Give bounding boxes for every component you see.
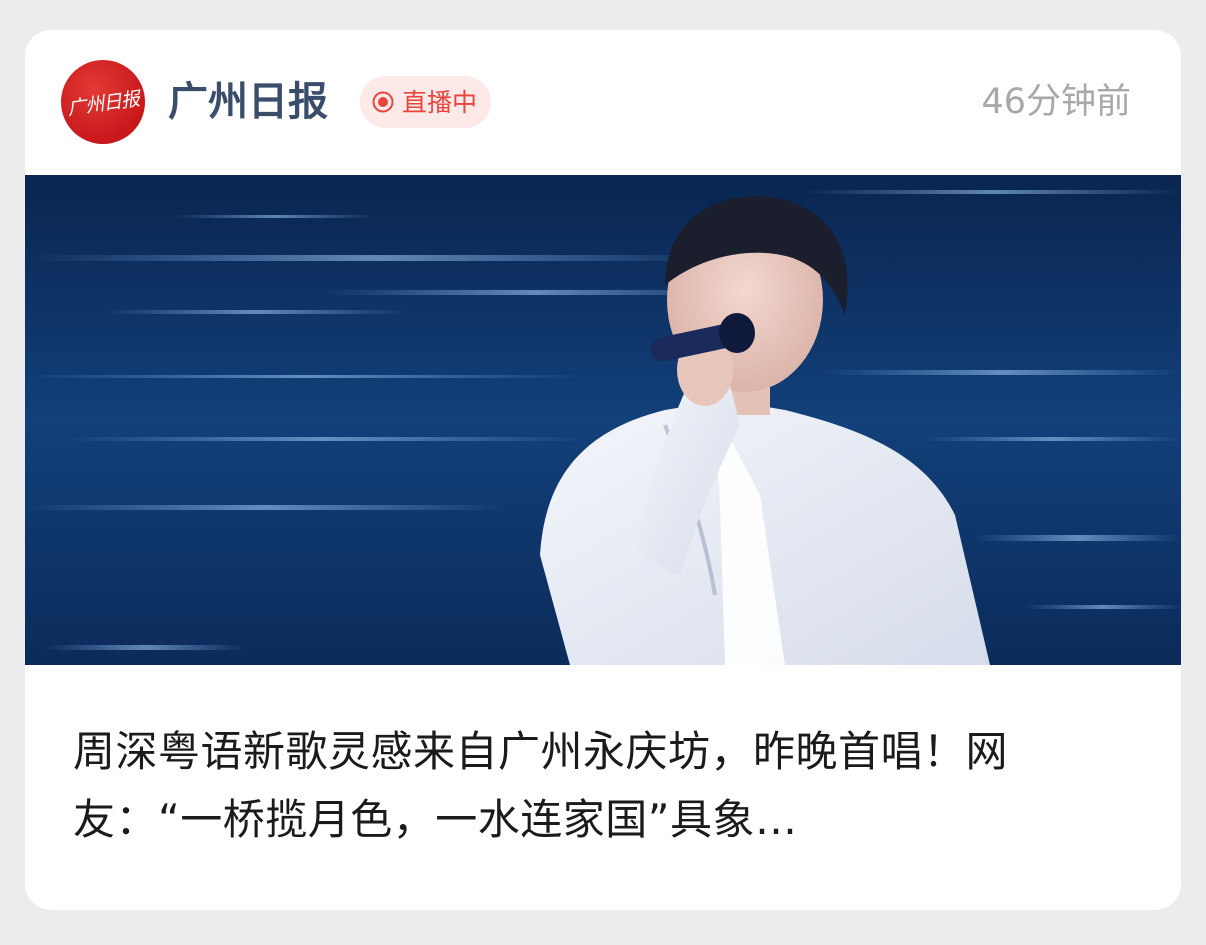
source-name[interactable]: 广州日报: [168, 76, 328, 128]
source-logo-text: 广州日报: [66, 87, 141, 120]
news-headline[interactable]: 周深粤语新歌灵感来自广州永庆坊，昨晚首唱！网友：“一桥揽月色，一水连家国”具象…: [73, 718, 1133, 854]
post-timestamp: 46分钟前: [981, 82, 1131, 122]
video-thumbnail[interactable]: [25, 175, 1181, 665]
card-header: 广州日报 广州日报 直播中 46分钟前: [25, 30, 1181, 175]
news-feed-card[interactable]: 广州日报 广州日报 直播中 46分钟前 周深粤语新歌灵感来自广州永庆坊，昨晚首唱…: [25, 30, 1181, 910]
live-badge-label: 直播中: [402, 87, 478, 117]
live-dot-icon: [372, 91, 394, 113]
concert-stage-image: [25, 175, 1181, 665]
live-badge[interactable]: 直播中: [360, 76, 492, 128]
source-logo[interactable]: 广州日报: [61, 60, 145, 144]
